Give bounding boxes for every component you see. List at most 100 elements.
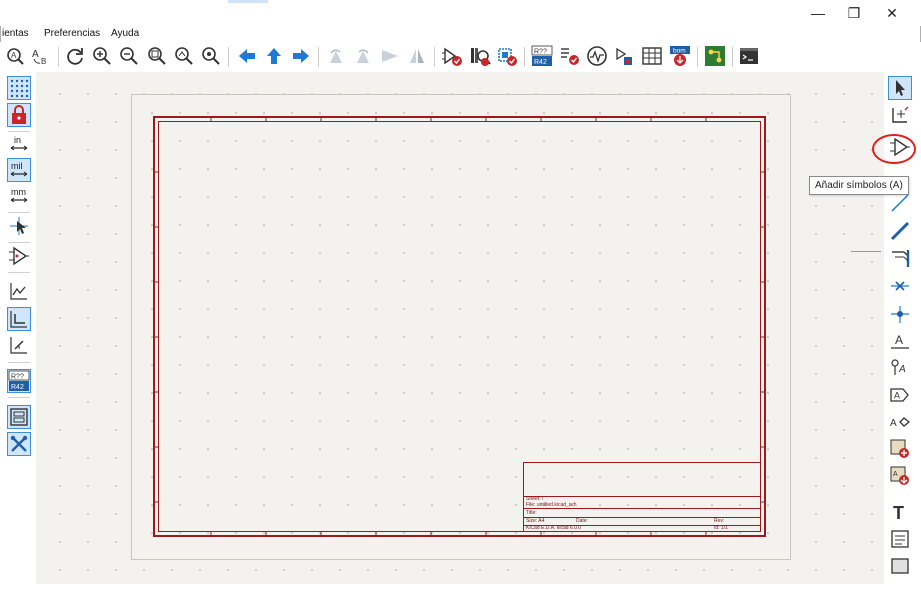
svg-text:B: B bbox=[41, 57, 46, 66]
rotate-ccw-icon[interactable] bbox=[325, 45, 347, 67]
mirror-horizontal-icon[interactable] bbox=[379, 45, 401, 67]
add-wire-icon[interactable] bbox=[888, 192, 912, 216]
active-tab-accent bbox=[228, 0, 268, 3]
simulator-icon[interactable] bbox=[586, 45, 608, 67]
title-block-title: Title: bbox=[526, 510, 537, 516]
svg-text:mil: mil bbox=[11, 161, 23, 171]
svg-text:A: A bbox=[890, 418, 897, 429]
title-block-rev: Rev: bbox=[714, 518, 725, 524]
properties-panel-icon[interactable] bbox=[7, 432, 31, 456]
footprint-editor-icon[interactable] bbox=[496, 45, 518, 67]
hierarchy-navigator-icon[interactable] bbox=[7, 405, 31, 429]
units-inches-icon[interactable]: in bbox=[7, 133, 31, 157]
line-mode-free-icon[interactable] bbox=[7, 280, 31, 304]
menu-herramientas[interactable]: ientas bbox=[2, 28, 29, 39]
panel-sash-line bbox=[851, 251, 881, 252]
navigate-up-icon[interactable] bbox=[263, 45, 285, 67]
toolbar-separator bbox=[8, 272, 30, 273]
add-global-label-icon[interactable]: A bbox=[888, 384, 912, 408]
add-bus-icon[interactable] bbox=[888, 220, 912, 244]
toolbar-separator bbox=[8, 212, 30, 213]
toolbar-separator bbox=[524, 47, 525, 67]
units-mils-icon[interactable]: mil bbox=[7, 158, 31, 182]
title-block-id: Id: 1/1 bbox=[714, 525, 728, 531]
toolbar-separator bbox=[228, 47, 229, 67]
line-mode-45-icon[interactable] bbox=[7, 334, 31, 358]
svg-text:A: A bbox=[11, 51, 17, 60]
symbol-library-browser-icon[interactable] bbox=[469, 45, 491, 67]
navigate-forward-icon[interactable] bbox=[290, 45, 312, 67]
scripting-console-icon[interactable] bbox=[738, 45, 760, 67]
toolbar-separator bbox=[434, 47, 435, 67]
add-text-box-icon[interactable] bbox=[888, 528, 912, 552]
find-replace-icon[interactable]: AB bbox=[30, 45, 52, 67]
title-block-kicad: KiCad E.D.A. kicad 6.0.0 bbox=[526, 525, 582, 531]
zoom-fit-icon[interactable] bbox=[146, 45, 168, 67]
show-pins-icon[interactable] bbox=[7, 245, 31, 269]
restore-button[interactable]: ❐ bbox=[842, 4, 866, 22]
bom-icon[interactable]: bom bbox=[669, 45, 691, 67]
zoom-out-icon[interactable] bbox=[118, 45, 140, 67]
add-text-icon[interactable]: T bbox=[888, 501, 912, 525]
erc-icon[interactable] bbox=[559, 45, 581, 67]
minimize-button[interactable]: — bbox=[806, 4, 830, 22]
mirror-vertical-icon[interactable] bbox=[406, 45, 428, 67]
svg-text:A: A bbox=[893, 471, 898, 478]
toolbar-separator bbox=[8, 397, 30, 398]
svg-text:R42: R42 bbox=[11, 384, 24, 391]
symbol-editor-icon[interactable] bbox=[441, 45, 463, 67]
svg-text:R42: R42 bbox=[534, 59, 547, 66]
add-net-class-directive-icon[interactable]: A bbox=[888, 357, 912, 381]
rotate-cw-icon[interactable] bbox=[352, 45, 374, 67]
units-mm-icon[interactable]: mm bbox=[7, 185, 31, 209]
toolbar-separator bbox=[8, 131, 30, 132]
menu-preferencias[interactable]: Preferencias bbox=[44, 28, 100, 39]
grid-toggle-icon[interactable] bbox=[7, 76, 31, 100]
title-block-divider bbox=[524, 496, 760, 497]
title-block-file: File: untitled.kicad_sch bbox=[526, 502, 577, 508]
grid-lock-icon[interactable] bbox=[7, 103, 31, 127]
add-junction-icon[interactable] bbox=[888, 303, 912, 327]
bus-wire-entry-icon[interactable] bbox=[888, 247, 912, 271]
svg-text:T: T bbox=[893, 503, 904, 523]
svg-text:mm: mm bbox=[11, 187, 26, 197]
find-icon[interactable]: A bbox=[4, 45, 26, 67]
zoom-objects-icon[interactable] bbox=[173, 45, 195, 67]
add-rectangle-icon[interactable] bbox=[888, 555, 912, 579]
add-hierarchical-sheet-icon[interactable] bbox=[888, 438, 912, 462]
add-hierarchical-label-icon[interactable]: A bbox=[888, 411, 912, 435]
annotate-icon[interactable]: R?? R42 bbox=[531, 45, 553, 67]
toolbar-separator bbox=[732, 47, 733, 67]
toolbar-separator bbox=[318, 47, 319, 67]
assign-footprints-icon[interactable] bbox=[614, 45, 636, 67]
svg-text:bom: bom bbox=[673, 48, 686, 55]
refresh-icon[interactable] bbox=[64, 45, 86, 67]
full-crosshair-icon[interactable] bbox=[7, 215, 31, 239]
title-block-divider bbox=[524, 508, 760, 509]
menu-bar: ientas Preferencias Ayuda bbox=[0, 26, 921, 42]
annotate-toggle-icon[interactable]: R?? R42 bbox=[7, 369, 31, 393]
import-sheet-pin-icon[interactable]: A bbox=[888, 465, 912, 489]
no-connect-icon[interactable] bbox=[888, 275, 912, 299]
svg-text:R??: R?? bbox=[11, 374, 24, 381]
highlight-net-icon[interactable] bbox=[888, 104, 912, 128]
main-toolbar: A AB R?? R42 bom bbox=[0, 42, 921, 73]
pcb-editor-icon[interactable] bbox=[704, 45, 726, 67]
line-mode-90-icon[interactable] bbox=[7, 307, 31, 331]
title-block: Sheet: / File: untitled.kicad_sch Title:… bbox=[523, 462, 761, 532]
zoom-in-icon[interactable] bbox=[91, 45, 113, 67]
menu-ayuda[interactable]: Ayuda bbox=[111, 28, 139, 39]
toolbar-separator bbox=[8, 362, 30, 363]
zoom-selection-icon[interactable] bbox=[200, 45, 222, 67]
schematic-canvas[interactable]: Sheet: / File: untitled.kicad_sch Title:… bbox=[36, 72, 884, 584]
svg-text:in: in bbox=[14, 135, 21, 145]
svg-text:A: A bbox=[895, 333, 903, 347]
left-toolbar: in mil mm R?? R42 bbox=[0, 72, 36, 598]
add-label-icon[interactable]: A bbox=[888, 330, 912, 354]
toolbar-separator bbox=[8, 242, 30, 243]
close-button[interactable]: ✕ bbox=[880, 4, 904, 22]
navigate-back-icon[interactable] bbox=[236, 45, 258, 67]
svg-text:A: A bbox=[894, 391, 900, 401]
select-tool-icon[interactable] bbox=[888, 76, 912, 100]
fields-editor-icon[interactable] bbox=[641, 45, 663, 67]
